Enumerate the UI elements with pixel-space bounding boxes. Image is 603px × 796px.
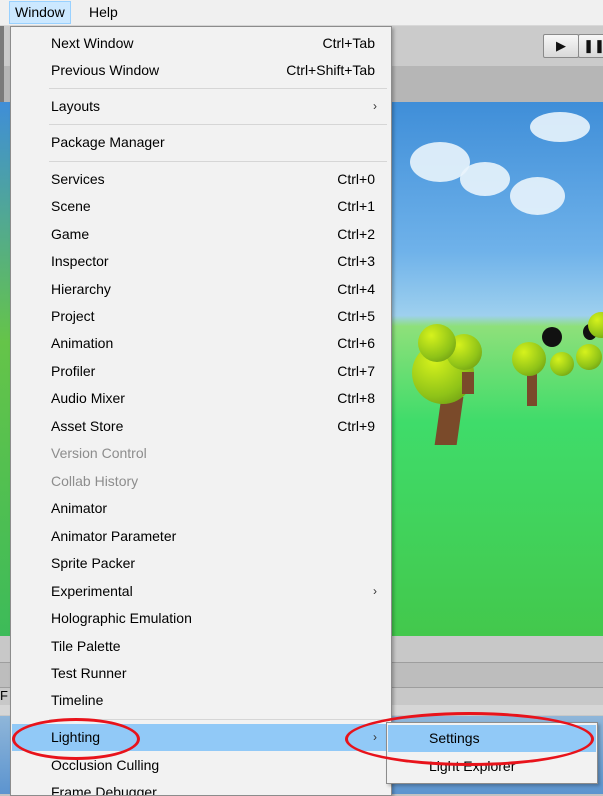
chevron-right-icon: ›: [373, 99, 377, 113]
menu-item-label: Audio Mixer: [51, 390, 125, 406]
menu-item-label: Game: [51, 226, 90, 242]
menu-item-label: Animator: [51, 500, 108, 516]
menu-item-label: Timeline: [51, 692, 104, 708]
menu-item-inspector[interactable]: Inspector Ctrl+3: [12, 248, 390, 275]
tree-canopy: [418, 324, 456, 362]
play-button[interactable]: ▶: [543, 34, 579, 58]
menu-item-label: Tile Palette: [51, 638, 121, 654]
scene-left-edge: [0, 102, 10, 636]
menu-item-label: Version Control: [51, 445, 147, 461]
menu-item-audio-mixer[interactable]: Audio Mixer Ctrl+8: [12, 385, 390, 412]
menu-item-hierarchy[interactable]: Hierarchy Ctrl+4: [12, 276, 390, 303]
menu-item-label: Test Runner: [51, 665, 127, 681]
game-view[interactable]: [390, 102, 603, 636]
menu-item-tile-palette[interactable]: Tile Palette: [12, 633, 390, 660]
menu-item-label: Next Window: [51, 35, 134, 51]
chevron-right-icon: ›: [373, 584, 377, 598]
menu-separator: [49, 124, 387, 125]
menu-item-shortcut: Ctrl+Shift+Tab: [286, 62, 375, 78]
menu-item-label: Experimental: [51, 583, 133, 599]
menu-item-sprite-packer[interactable]: Sprite Packer: [12, 550, 390, 577]
menu-item-label: Scene: [51, 198, 91, 214]
menu-item-profiler[interactable]: Profiler Ctrl+7: [12, 358, 390, 385]
menu-item-previous-window[interactable]: Previous Window Ctrl+Shift+Tab: [12, 57, 390, 84]
menu-item-shortcut: Ctrl+6: [337, 335, 375, 351]
menu-item-shortcut: Ctrl+0: [337, 171, 375, 187]
menu-item-version-control: Version Control: [12, 440, 390, 467]
menu-item-game[interactable]: Game Ctrl+2: [12, 221, 390, 248]
menu-item-shortcut: Ctrl+2: [337, 226, 375, 242]
menu-item-label: Collab History: [51, 473, 139, 489]
menu-item-collab-history: Collab History: [12, 468, 390, 495]
menu-item-animator-parameter[interactable]: Animator Parameter: [12, 523, 390, 550]
menu-item-label: Frame Debugger: [51, 784, 157, 796]
menu-separator: [49, 161, 387, 162]
menu-item-label: Package Manager: [51, 134, 165, 150]
menu-help[interactable]: Help: [84, 2, 123, 23]
cloud: [530, 112, 590, 142]
menu-item-package-manager[interactable]: Package Manager: [12, 129, 390, 156]
menu-item-label: Sprite Packer: [51, 555, 136, 571]
menu-item-shortcut: Ctrl+7: [337, 363, 375, 379]
annotation-oval-lighting: [12, 718, 140, 760]
menu-item-label: Profiler: [51, 363, 96, 379]
menu-item-frame-debugger[interactable]: Frame Debugger: [12, 779, 390, 796]
menu-window[interactable]: Window: [9, 1, 71, 24]
menu-item-label: Inspector: [51, 253, 109, 269]
pause-icon: ❚❚: [583, 38, 603, 53]
cloud: [510, 177, 565, 215]
menu-item-shortcut: Ctrl+3: [337, 253, 375, 269]
menu-help-label: Help: [89, 4, 118, 20]
menu-item-animator[interactable]: Animator: [12, 495, 390, 522]
menu-item-animation[interactable]: Animation Ctrl+6: [12, 330, 390, 357]
menu-item-label: Project: [51, 308, 95, 324]
menu-item-label: Services: [51, 171, 105, 187]
menu-item-shortcut: Ctrl+8: [337, 390, 375, 406]
menu-item-label: Holographic Emulation: [51, 610, 192, 626]
menu-item-label: Previous Window: [51, 62, 160, 78]
menu-bar: Window Help: [0, 0, 603, 26]
tree-trunk: [434, 397, 464, 445]
menu-item-timeline[interactable]: Timeline: [12, 687, 390, 714]
menu-item-shortcut: Ctrl+9: [337, 418, 375, 434]
menu-item-experimental[interactable]: Experimental ›: [12, 578, 390, 605]
menu-item-label: Asset Store: [51, 418, 124, 434]
menu-item-project[interactable]: Project Ctrl+5: [12, 303, 390, 330]
menu-item-services[interactable]: Services Ctrl+0: [12, 166, 390, 193]
menu-item-next-window[interactable]: Next Window Ctrl+Tab: [12, 30, 390, 57]
menu-item-shortcut: Ctrl+4: [337, 281, 375, 297]
menu-window-label: Window: [15, 4, 65, 20]
menu-item-layouts[interactable]: Layouts ›: [12, 93, 390, 120]
menu-item-scene[interactable]: Scene Ctrl+1: [12, 193, 390, 220]
pause-button[interactable]: ❚❚: [578, 34, 603, 58]
play-icon: ▶: [556, 38, 566, 53]
menu-separator: [49, 88, 387, 89]
menu-item-shortcut: Ctrl+1: [337, 198, 375, 214]
annotation-oval-settings: [345, 712, 594, 766]
distant-tree: [542, 327, 562, 347]
bottom-label-fragment: F: [0, 688, 8, 703]
menu-item-asset-store[interactable]: Asset Store Ctrl+9: [12, 413, 390, 440]
menu-item-holographic-emulation[interactable]: Holographic Emulation: [12, 605, 390, 632]
menu-item-label: Animator Parameter: [51, 528, 177, 544]
menu-item-label: Animation: [51, 335, 114, 351]
tree-canopy: [512, 342, 546, 376]
tree-canopy: [576, 344, 602, 370]
menu-item-shortcut: Ctrl+Tab: [322, 35, 375, 51]
window-menu-dropdown: Next Window Ctrl+Tab Previous Window Ctr…: [10, 26, 392, 796]
menu-item-label: Layouts: [51, 98, 101, 114]
menu-item-shortcut: Ctrl+5: [337, 308, 375, 324]
menu-item-test-runner[interactable]: Test Runner: [12, 660, 390, 687]
tree-trunk: [462, 372, 474, 394]
cloud: [460, 162, 510, 196]
tree-canopy: [550, 352, 574, 376]
menu-item-label: Hierarchy: [51, 281, 111, 297]
